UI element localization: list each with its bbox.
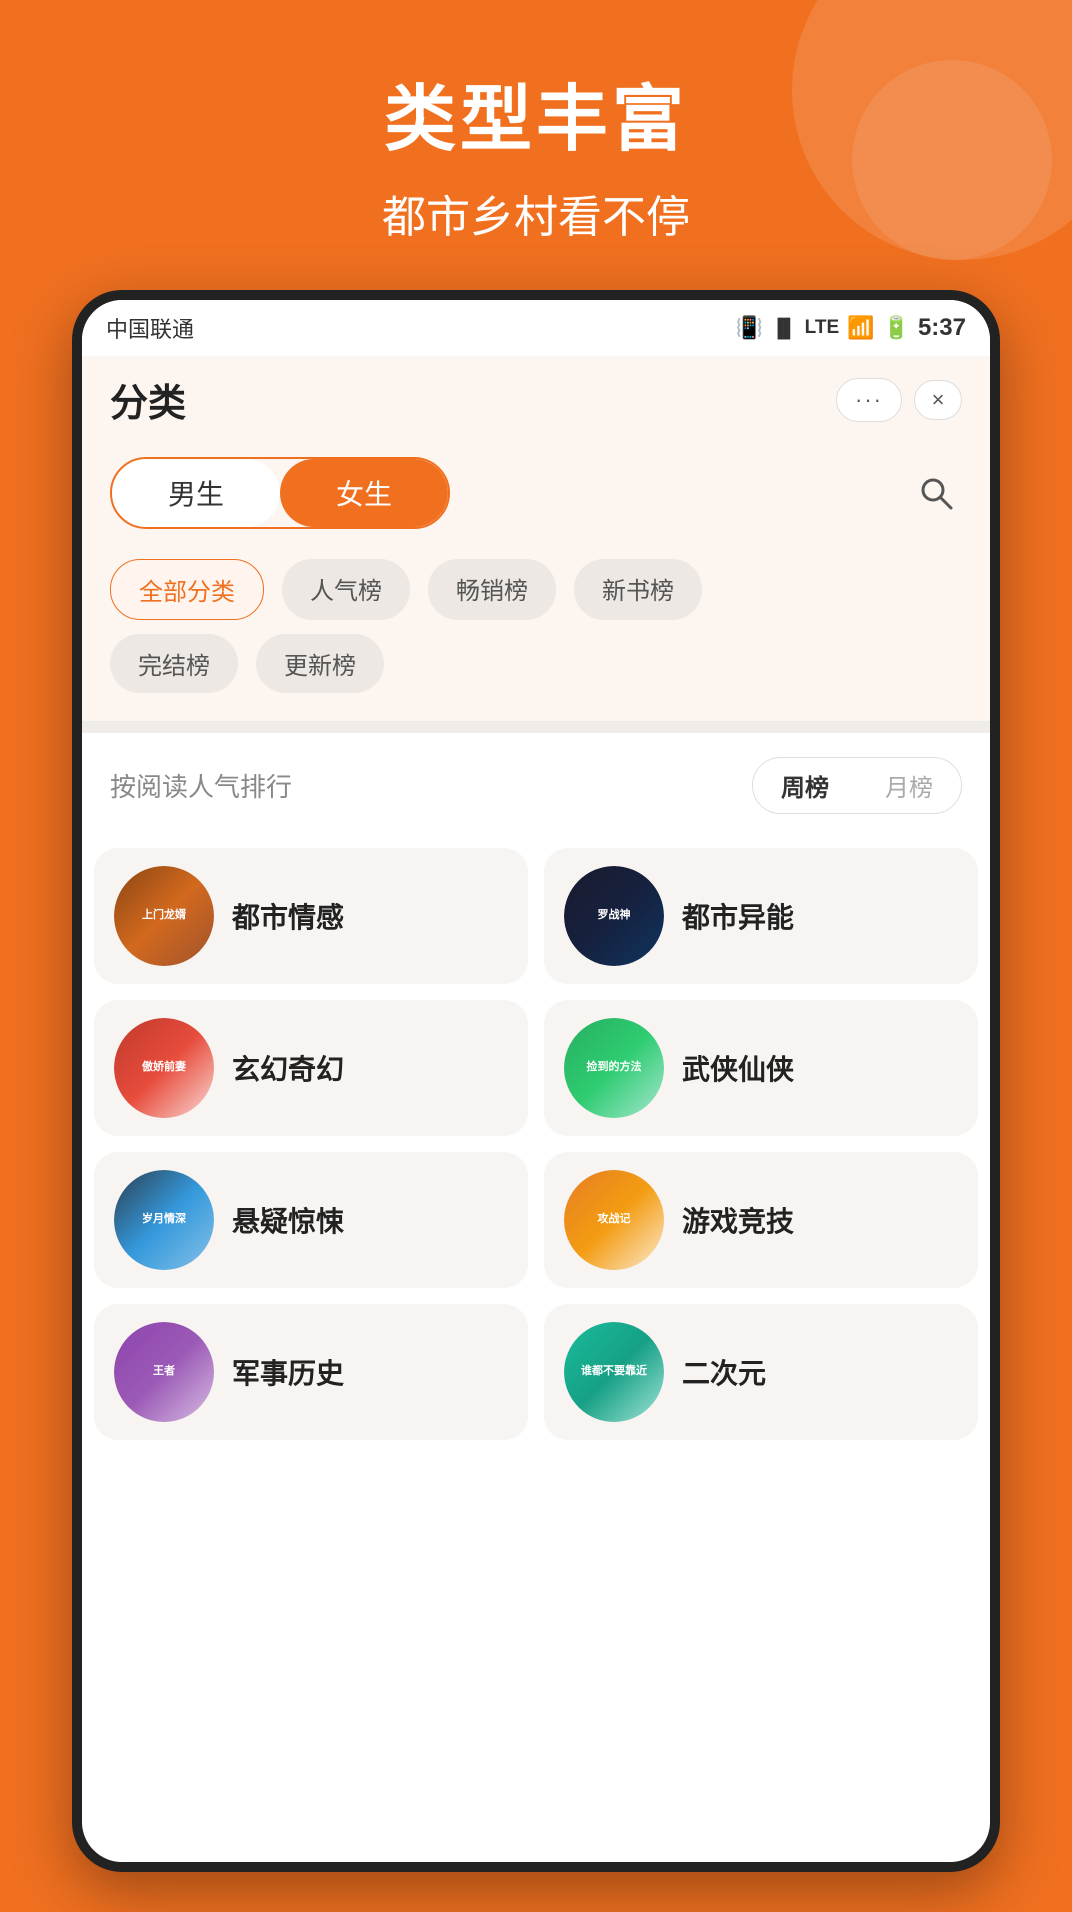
category-img-5: 攻战记 xyxy=(564,1170,664,1270)
book-cover-0: 上门龙婿 xyxy=(114,866,214,966)
category-img-7: 谁都不要靠近 xyxy=(564,1322,664,1422)
filter-bestseller[interactable]: 畅销榜 xyxy=(428,559,556,620)
filter-updated[interactable]: 更新榜 xyxy=(256,634,384,693)
ranking-tab-week[interactable]: 周榜 xyxy=(753,758,857,813)
category-card-3[interactable]: 捡到的方法 武侠仙侠 xyxy=(544,1000,978,1136)
ranking-section: 按阅读人气排行 周榜 月榜 xyxy=(82,733,990,848)
category-grid: 上门龙婿 都市情感 罗战神 都市异能 傲娇前妻 玄幻奇幻 捡到的方法 武侠仙侠 … xyxy=(82,848,990,1460)
category-label-5: 游戏竞技 xyxy=(682,1200,794,1240)
category-img-0: 上门龙婿 xyxy=(114,866,214,966)
category-label-2: 玄幻奇幻 xyxy=(232,1048,344,1088)
gender-tabs-section: 男生 女生 xyxy=(82,447,990,549)
filter-row-2: 完结榜 更新榜 xyxy=(110,634,962,693)
filter-new[interactable]: 新书榜 xyxy=(574,559,702,620)
book-cover-2: 傲娇前妻 xyxy=(114,1018,214,1118)
filter-popular[interactable]: 人气榜 xyxy=(282,559,410,620)
category-label-3: 武侠仙侠 xyxy=(682,1048,794,1088)
filter-completed[interactable]: 完结榜 xyxy=(110,634,238,693)
gender-tabs-group: 男生 女生 xyxy=(110,457,450,529)
category-card-1[interactable]: 罗战神 都市异能 xyxy=(544,848,978,984)
app-header: 分类 ··· × xyxy=(82,356,990,447)
ranking-header: 按阅读人气排行 周榜 月榜 xyxy=(110,757,962,814)
battery-icon: 🔋 xyxy=(883,315,910,341)
category-label-6: 军事历史 xyxy=(232,1352,344,1392)
ranking-tab-month[interactable]: 月榜 xyxy=(857,758,961,813)
carrier-text: 中国联通 xyxy=(106,312,194,344)
tab-male[interactable]: 男生 xyxy=(112,459,280,527)
status-bar: 中国联通 📳 ▐▌ LTE 📶 🔋 5:37 xyxy=(82,300,990,356)
top-subtitle: 都市乡村看不停 xyxy=(0,181,1072,245)
book-cover-7: 谁都不要靠近 xyxy=(564,1322,664,1422)
lte-icon: LTE xyxy=(805,317,839,339)
search-button[interactable] xyxy=(910,467,962,519)
filter-all[interactable]: 全部分类 xyxy=(110,559,264,620)
category-label-4: 悬疑惊悚 xyxy=(232,1200,344,1240)
category-card-0[interactable]: 上门龙婿 都市情感 xyxy=(94,848,528,984)
category-card-6[interactable]: 王者 军事历史 xyxy=(94,1304,528,1440)
category-img-1: 罗战神 xyxy=(564,866,664,966)
ranking-tabs: 周榜 月榜 xyxy=(752,757,962,814)
category-label-1: 都市异能 xyxy=(682,896,794,936)
category-filters: 全部分类 人气榜 畅销榜 新书榜 完结榜 更新榜 xyxy=(82,549,990,721)
filter-row-1: 全部分类 人气榜 畅销榜 新书榜 xyxy=(110,559,962,620)
tab-female[interactable]: 女生 xyxy=(280,459,448,527)
ranking-title: 按阅读人气排行 xyxy=(110,767,292,804)
category-card-2[interactable]: 傲娇前妻 玄幻奇幻 xyxy=(94,1000,528,1136)
category-img-4: 岁月情深 xyxy=(114,1170,214,1270)
book-cover-1: 罗战神 xyxy=(564,866,664,966)
book-cover-5: 攻战记 xyxy=(564,1170,664,1270)
category-label-0: 都市情感 xyxy=(232,896,344,936)
category-card-7[interactable]: 谁都不要靠近 二次元 xyxy=(544,1304,978,1440)
category-img-3: 捡到的方法 xyxy=(564,1018,664,1118)
book-cover-3: 捡到的方法 xyxy=(564,1018,664,1118)
status-right: 📳 ▐▌ LTE 📶 🔋 5:37 xyxy=(736,314,966,342)
category-card-5[interactable]: 攻战记 游戏竞技 xyxy=(544,1152,978,1288)
signal-icon: ▐▌ xyxy=(771,318,797,339)
close-button[interactable]: × xyxy=(914,380,962,420)
section-divider xyxy=(82,721,990,733)
search-icon xyxy=(918,475,954,511)
wifi-icon: 📶 xyxy=(847,315,874,341)
top-title: 类型丰富 xyxy=(0,60,1072,165)
phone-frame: 中国联通 📳 ▐▌ LTE 📶 🔋 5:37 分类 ··· × 男生 女生 xyxy=(72,290,1000,1872)
category-card-4[interactable]: 岁月情深 悬疑惊悚 xyxy=(94,1152,528,1288)
category-img-6: 王者 xyxy=(114,1322,214,1422)
vibrate-icon: 📳 xyxy=(736,315,763,341)
top-text-area: 类型丰富 都市乡村看不停 xyxy=(0,60,1072,245)
more-button[interactable]: ··· xyxy=(836,378,902,422)
book-cover-4: 岁月情深 xyxy=(114,1170,214,1270)
header-actions: ··· × xyxy=(836,378,962,422)
status-time: 5:37 xyxy=(918,314,966,342)
page-title: 分类 xyxy=(110,372,186,427)
category-label-7: 二次元 xyxy=(682,1352,766,1392)
category-img-2: 傲娇前妻 xyxy=(114,1018,214,1118)
book-cover-6: 王者 xyxy=(114,1322,214,1422)
